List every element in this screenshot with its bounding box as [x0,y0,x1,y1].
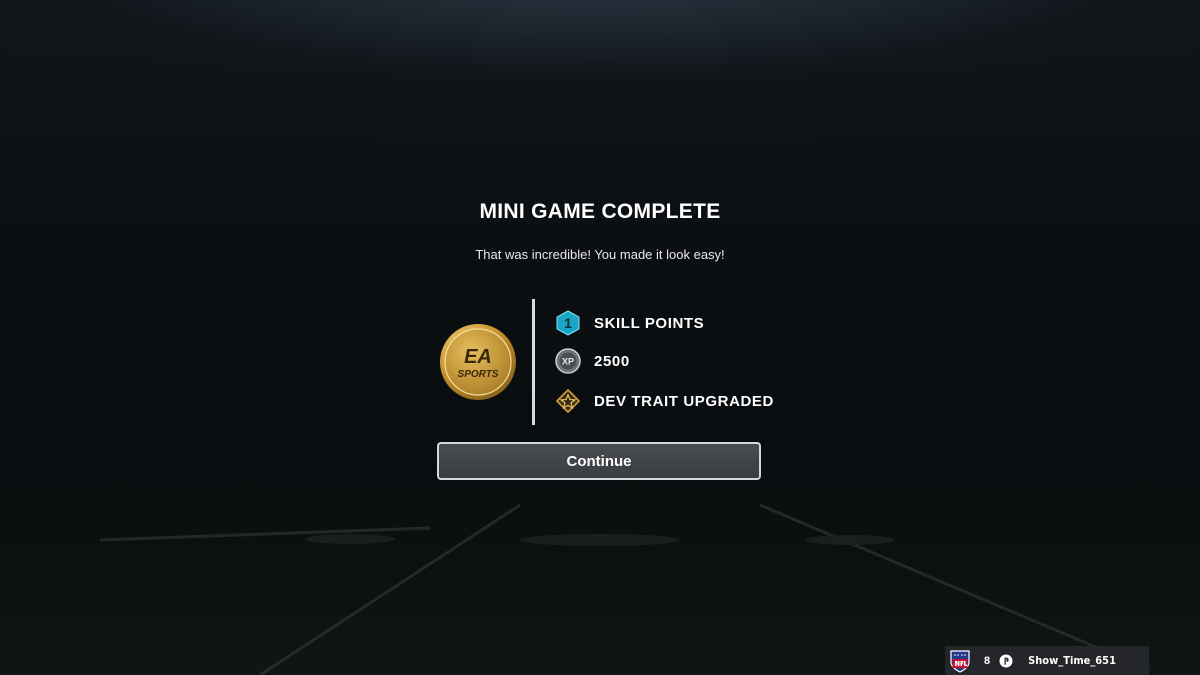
nfl-shield-icon [950,650,970,673]
continue-button[interactable]: Continue [437,442,761,480]
mini-game-complete-screen: MINI GAME COMPLETE That was incredible! … [0,0,1200,675]
skill-point-hex-icon: 1 [556,310,580,336]
dialog-message: That was incredible! You made it look ea… [475,247,725,262]
user-level: 8 [984,654,991,667]
reward-label: SKILL POINTS [594,314,705,332]
coin-line1: EA [464,346,492,368]
reward-item-xp: XP 2500 [555,347,630,375]
coin-line2: SPORTS [458,369,499,380]
xp-coin-icon: XP [555,348,581,374]
reward-divider [532,299,535,425]
reward-item-dev-trait: DEV TRAIT UPGRADED [555,387,774,415]
reward-label: 2500 [594,352,630,370]
user-profile-badge: 8 Show_Time_651 [945,646,1149,675]
dialog-title: MINI GAME COMPLETE [479,200,721,223]
svg-text:1: 1 [564,315,572,331]
dev-trait-diamond-icon [555,388,581,414]
gamertag: Show_Time_651 [1028,654,1116,667]
svg-text:XP: XP [562,357,574,367]
reward-item-skill-points: 1 SKILL POINTS [555,309,704,337]
playstation-icon [999,654,1013,667]
reward-dialog: MINI GAME COMPLETE That was incredible! … [0,0,1200,675]
ea-sports-coin-icon: EA SPORTS [440,324,516,400]
reward-label: DEV TRAIT UPGRADED [594,392,774,410]
